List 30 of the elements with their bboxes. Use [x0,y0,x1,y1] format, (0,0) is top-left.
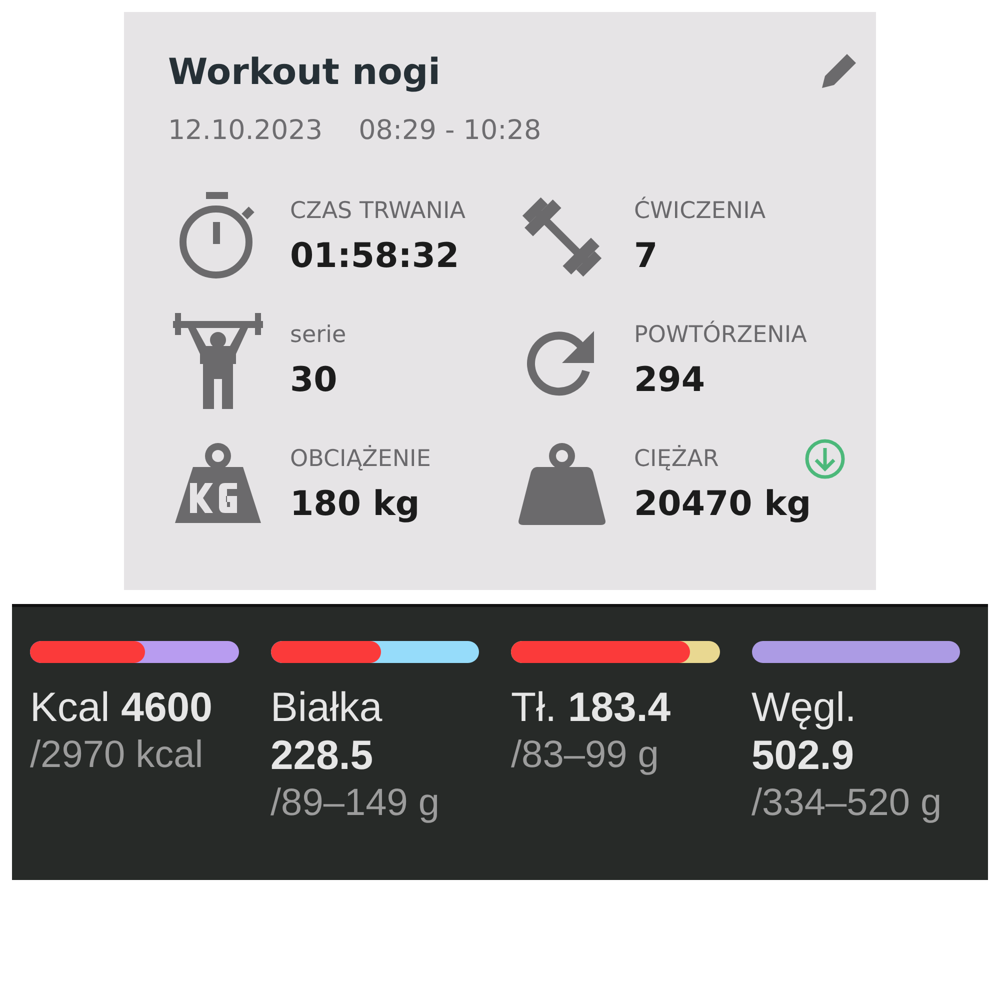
stat-label: OBCIĄŻENIE [290,446,431,472]
stat-label: ĆWICZENIA [634,198,766,224]
stat-label: POWTÓRZENIA [634,322,807,348]
stat-value: 7 [634,236,659,276]
workout-time: 08:29 - 10:28 [358,115,542,146]
nutrient-target: /2970 kcal [30,733,204,778]
nutrient-value: 183.4 [568,684,671,730]
nutrient-label: Białka [270,684,382,730]
nutrient-target: /334–520 g [752,781,943,826]
nutrient-value: 502.9 [752,732,854,778]
stat-value: 30 [290,360,338,400]
weightlifter-icon [173,313,263,409]
workout-date: 12.10.2023 [168,115,323,146]
stat-value: 180 kg [290,484,421,524]
nutrient-value: 228.5 [270,732,374,778]
stat-label: serie [290,322,346,348]
stat-value: 20470 kg [634,484,812,524]
nutrient-value: 4600 [121,684,212,730]
stat-label: CIĘŻAR [634,446,720,472]
stat-label: CZAS TRWANIA [290,198,466,224]
nutrient-target: /83–99 g [511,733,660,778]
pencil-icon[interactable] [820,52,858,90]
stat-value: 01:58:32 [290,236,460,276]
nutrient-target: /89–149 g [270,781,441,826]
nutrient-label: Kcal [30,684,110,730]
workout-title: Workout nogi [168,52,440,93]
nutrient-label: Węgl. [752,684,856,730]
stat-value: 294 [634,360,706,400]
nutrient-label: Tł. [511,684,557,730]
weight-icon [517,443,607,527]
